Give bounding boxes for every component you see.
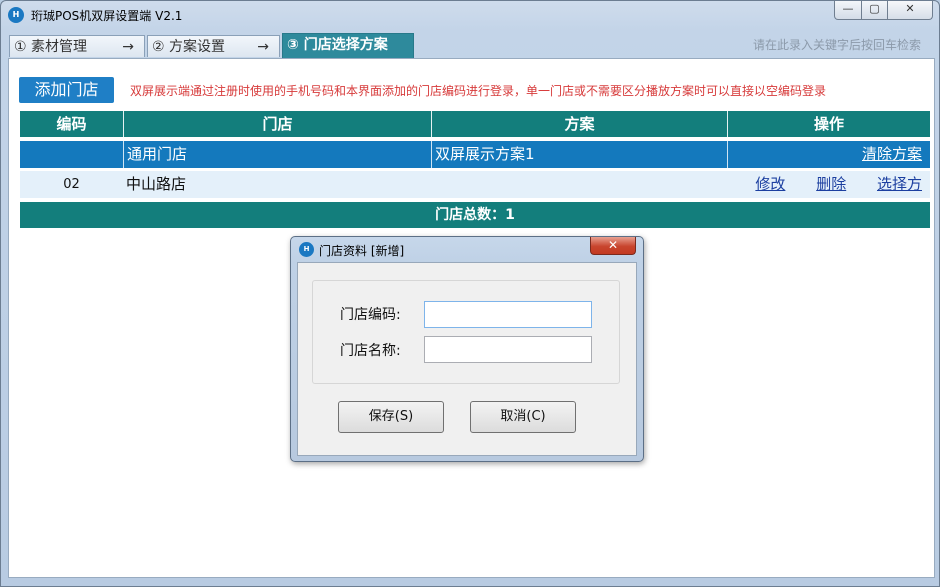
cell-store: 通用门店 xyxy=(123,141,431,168)
close-icon: ✕ xyxy=(607,238,619,252)
cell-store: 中山路店 xyxy=(126,175,187,193)
app-logo-icon: H xyxy=(299,242,314,257)
table-row[interactable]: 通用门店 双屏展示方案1 清除方案 xyxy=(20,141,930,168)
search-input[interactable]: 请在此录入关键字后按回车检索 xyxy=(753,36,921,53)
cell-actions: 清除方案 xyxy=(727,141,930,168)
tab-bar: ① 素材管理 → ② 方案设置 → ③ 门店选择方案 请在此录入关键字后按回车检… xyxy=(9,33,931,58)
store-info-dialog: H 门店资料 [新增] ✕ 门店编码: 门店名称: 保存(S) 取消(C) xyxy=(290,236,644,462)
tab-label: ① 素材管理 xyxy=(14,39,88,55)
tab-store-scheme-selection[interactable]: ③ 门店选择方案 xyxy=(282,33,414,58)
cell-scheme xyxy=(431,171,727,198)
dialog-title: 门店资料 [新增] xyxy=(319,244,405,258)
maximize-icon: ▢ xyxy=(869,2,880,15)
table-row[interactable]: 02 中山路店 修改 删除 选择方案 xyxy=(20,171,930,220)
header-scheme: 方案 xyxy=(431,111,727,137)
table-header: 编码 门店 方案 操作 xyxy=(20,111,930,137)
minimize-button[interactable]: — xyxy=(834,1,862,20)
cell-actions: 修改 删除 选择方案 xyxy=(727,171,930,220)
add-store-button[interactable]: 添加门店 xyxy=(19,77,114,103)
arrow-right-icon: → xyxy=(257,39,269,55)
save-button[interactable]: 保存(S) xyxy=(338,401,444,433)
store-table: 编码 门店 方案 操作 通用门店 双屏展示方案1 清除方案 02 中山路店 修改 xyxy=(20,111,930,228)
store-total: 门店总数：1 xyxy=(20,202,930,228)
header-actions: 操作 xyxy=(727,111,930,137)
cell-scheme: 双屏展示方案1 xyxy=(431,141,727,168)
cell-code: 02 xyxy=(63,177,80,192)
arrow-right-icon: → xyxy=(122,39,134,55)
app-logo-icon: H xyxy=(8,7,24,23)
form-group: 门店编码: 门店名称: xyxy=(312,280,620,384)
tab-label: ③ 门店选择方案 xyxy=(287,37,388,53)
store-code-label: 门店编码: xyxy=(340,307,401,323)
login-notice: 双屏展示端通过注册时使用的手机号码和本界面添加的门店编码进行登录，单一门店或不需… xyxy=(130,84,827,98)
caption-buttons: — ▢ ✕ xyxy=(834,1,933,20)
window-title: 珩珹POS机双屏设置端 V2.1 xyxy=(31,9,183,23)
tab-scheme-settings[interactable]: ② 方案设置 → xyxy=(147,35,280,57)
store-code-input[interactable] xyxy=(424,301,592,328)
delete-link[interactable]: 删除 xyxy=(816,175,846,193)
maximize-button[interactable]: ▢ xyxy=(862,1,888,20)
clear-scheme-link[interactable]: 清除方案 xyxy=(862,145,922,163)
minimize-icon: — xyxy=(842,2,854,15)
title-bar[interactable]: H 珩珹POS机双屏设置端 V2.1 — ▢ ✕ xyxy=(1,1,939,29)
header-store: 门店 xyxy=(123,111,431,137)
header-code: 编码 xyxy=(56,115,87,133)
tab-material-management[interactable]: ① 素材管理 → xyxy=(9,35,145,57)
tab-label: ② 方案设置 xyxy=(152,39,226,55)
edit-link[interactable]: 修改 xyxy=(755,175,785,193)
store-name-label: 门店名称: xyxy=(340,343,401,359)
dialog-close-button[interactable]: ✕ xyxy=(590,237,636,255)
cell-code xyxy=(20,141,123,168)
dialog-body: 门店编码: 门店名称: 保存(S) 取消(C) xyxy=(297,262,637,456)
close-icon: ✕ xyxy=(905,2,915,15)
cancel-button[interactable]: 取消(C) xyxy=(470,401,576,433)
store-name-input[interactable] xyxy=(424,336,592,363)
close-button[interactable]: ✕ xyxy=(888,1,933,20)
